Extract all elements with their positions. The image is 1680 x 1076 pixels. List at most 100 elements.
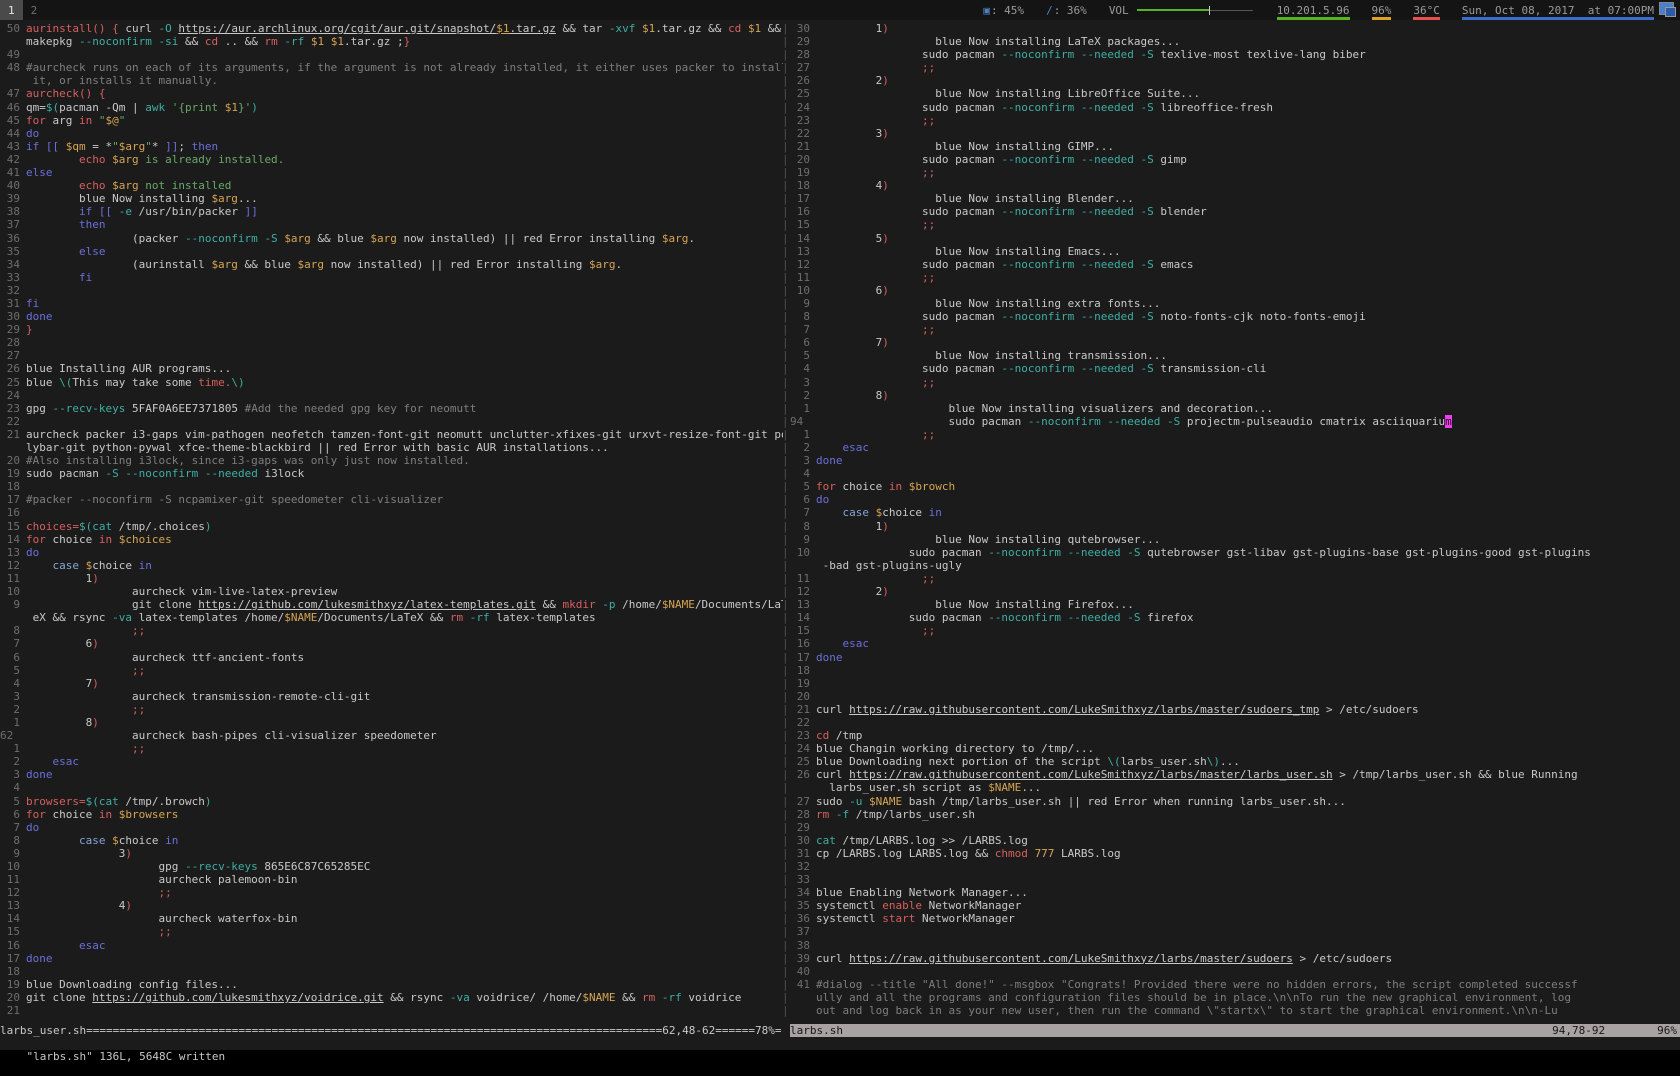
- code-text: blue Now installing Blender...: [816, 192, 1134, 205]
- line-number: 13: [0, 899, 26, 912]
- code-line: 11 ;;: [790, 271, 1680, 284]
- code-line: out and log back in as your new user, th…: [790, 1004, 1680, 1017]
- volume-slider[interactable]: [1137, 0, 1255, 20]
- code-text: do: [26, 546, 39, 559]
- code-text: for choice in $browsers: [26, 808, 178, 821]
- line-number: 9: [790, 533, 816, 546]
- code-line: 8 1): [790, 520, 1680, 533]
- line-number: 6: [790, 493, 816, 506]
- line-number: 32: [0, 284, 26, 297]
- code-text: blue Now installing qutebrowser...: [816, 533, 1160, 546]
- code-line: 21curl https://raw.githubusercontent.com…: [790, 703, 1680, 716]
- line-number: 28: [0, 336, 26, 349]
- line-number: 5: [790, 349, 816, 362]
- code-line: 44do: [0, 127, 783, 140]
- code-line: 16 esac: [0, 939, 783, 952]
- system-tray-icon[interactable]: [1659, 2, 1676, 17]
- code-line: 28 sudo pacman --noconfirm --needed -S t…: [790, 48, 1680, 61]
- line-number: 23: [790, 114, 816, 127]
- line-number: 3: [790, 454, 816, 467]
- code-line: 26 2): [790, 74, 1680, 87]
- code-text: aurcheck packer i3-gaps vim-pathogen neo…: [26, 428, 783, 441]
- code-text: blue Downloading config files...: [26, 978, 238, 991]
- line-number: 20: [0, 454, 26, 467]
- code-text: 6): [26, 637, 99, 650]
- line-number: 26: [790, 74, 816, 87]
- line-number: 3: [0, 768, 26, 781]
- code-line: 29}: [0, 323, 783, 336]
- line-number: 12: [0, 559, 26, 572]
- line-number: 13: [0, 546, 26, 559]
- code-text: ;;: [816, 572, 935, 585]
- code-line: 8 case $choice in: [0, 834, 783, 847]
- line-number: 48: [0, 61, 26, 74]
- code-text: 3): [816, 127, 889, 140]
- code-line: eX && rsync -va latex-templates /home/$N…: [0, 611, 783, 624]
- code-line: 10 aurcheck vim-live-latex-preview: [0, 585, 783, 598]
- screen: { "bar": { "ws1": "1", "ws2": "2", "mem_…: [0, 0, 1680, 1050]
- code-line: 39 blue Now installing $arg...: [0, 192, 783, 205]
- volume-track: [1210, 10, 1253, 11]
- code-text: blue Now installing GIMP...: [816, 140, 1114, 153]
- line-number: 20: [0, 991, 26, 1004]
- code-line: 8 sudo pacman --noconfirm --needed -S no…: [790, 310, 1680, 323]
- code-line: 20git clone https://github.com/lukesmith…: [0, 991, 783, 1004]
- line-number: 13: [790, 245, 816, 258]
- code-text: sudo pacman --noconfirm --needed -S blen…: [816, 205, 1207, 218]
- code-text: 4): [26, 899, 132, 912]
- code-line: 24 sudo pacman --noconfirm --needed -S l…: [790, 101, 1680, 114]
- line-number: 27: [790, 795, 816, 808]
- line-number: 9: [0, 598, 26, 611]
- line-number: 9: [0, 847, 26, 860]
- workspace-1[interactable]: 1: [0, 0, 23, 20]
- workspace-2[interactable]: 2: [23, 0, 46, 20]
- code-text: 1): [816, 22, 889, 35]
- code-line: 11 aurcheck palemoon-bin: [0, 873, 783, 886]
- code-text: #aurcheck runs on each of its arguments,…: [26, 61, 783, 74]
- vim-window-left[interactable]: 50aurinstall() { curl -O https://aur.arc…: [0, 22, 783, 1024]
- statusline-active-larbs: larbs.sh94,78-9296%: [790, 1024, 1680, 1037]
- code-line: 17done: [0, 952, 783, 965]
- code-text: esac: [816, 441, 869, 454]
- line-number: 22: [0, 415, 26, 428]
- code-line: 25 blue Now installing LibreOffice Suite…: [790, 87, 1680, 100]
- code-line: 5browsers=$(cat /tmp/.browch): [0, 795, 783, 808]
- code-text: ;;: [26, 664, 145, 677]
- line-number: 17: [790, 192, 816, 205]
- code-text: cp /LARBS.log LARBS.log && chmod 777 LAR…: [816, 847, 1121, 860]
- code-text: blue Now installing extra fonts...: [816, 297, 1160, 310]
- code-line: 1 8): [0, 716, 783, 729]
- code-text: blue Now installing $arg...: [26, 192, 258, 205]
- code-line: 13 4): [0, 899, 783, 912]
- code-text: choices=$(cat /tmp/.choices): [26, 520, 211, 533]
- code-text: aurcheck transmission-remote-cli-git: [26, 690, 370, 703]
- line-number: 39: [0, 192, 26, 205]
- code-text: #packer --noconfirm -S ncpamixer-git spe…: [26, 493, 443, 506]
- code-line: 14 sudo pacman --noconfirm --needed -S f…: [790, 611, 1680, 624]
- code-line: 16 sudo pacman --noconfirm --needed -S b…: [790, 205, 1680, 218]
- code-text: 6): [816, 284, 889, 297]
- statusline-inactive-larbs-user: larbs_user.sh===========================…: [0, 1024, 790, 1037]
- line-number: 32: [790, 860, 816, 873]
- line-number: 27: [790, 61, 816, 74]
- code-text: ;;: [816, 114, 935, 127]
- vim-window-right[interactable]: 30 1)29 blue Now installing LaTeX packag…: [790, 22, 1680, 1024]
- line-number: 49: [0, 48, 26, 61]
- code-line: 13do: [0, 546, 783, 559]
- code-line: 26blue Installing AUR programs...: [0, 362, 783, 375]
- code-line: 32: [790, 860, 1680, 873]
- code-line: 21 blue Now installing GIMP...: [790, 140, 1680, 153]
- code-line: 20 sudo pacman --noconfirm --needed -S g…: [790, 153, 1680, 166]
- vim-vertical-separator[interactable]: | | | | | | | | | | | | | | | | | | | | …: [782, 22, 790, 1024]
- code-line: 17done: [790, 651, 1680, 664]
- line-number: 23: [790, 729, 816, 742]
- code-line: 46qm=$(pacman -Qm | awk '{print $1}'): [0, 101, 783, 114]
- code-text: (packer --noconfirm -S $arg && blue $arg…: [26, 232, 695, 245]
- code-text: sudo pacman --noconfirm --needed -S fire…: [816, 611, 1194, 624]
- code-text: ;;: [26, 703, 145, 716]
- code-line: 18: [0, 965, 783, 978]
- code-line: 9 blue Now installing qutebrowser...: [790, 533, 1680, 546]
- code-text: blue \(This may take some time.\): [26, 376, 245, 389]
- ip-address: 10.201.5.96: [1277, 4, 1350, 17]
- line-number: 21: [0, 428, 26, 441]
